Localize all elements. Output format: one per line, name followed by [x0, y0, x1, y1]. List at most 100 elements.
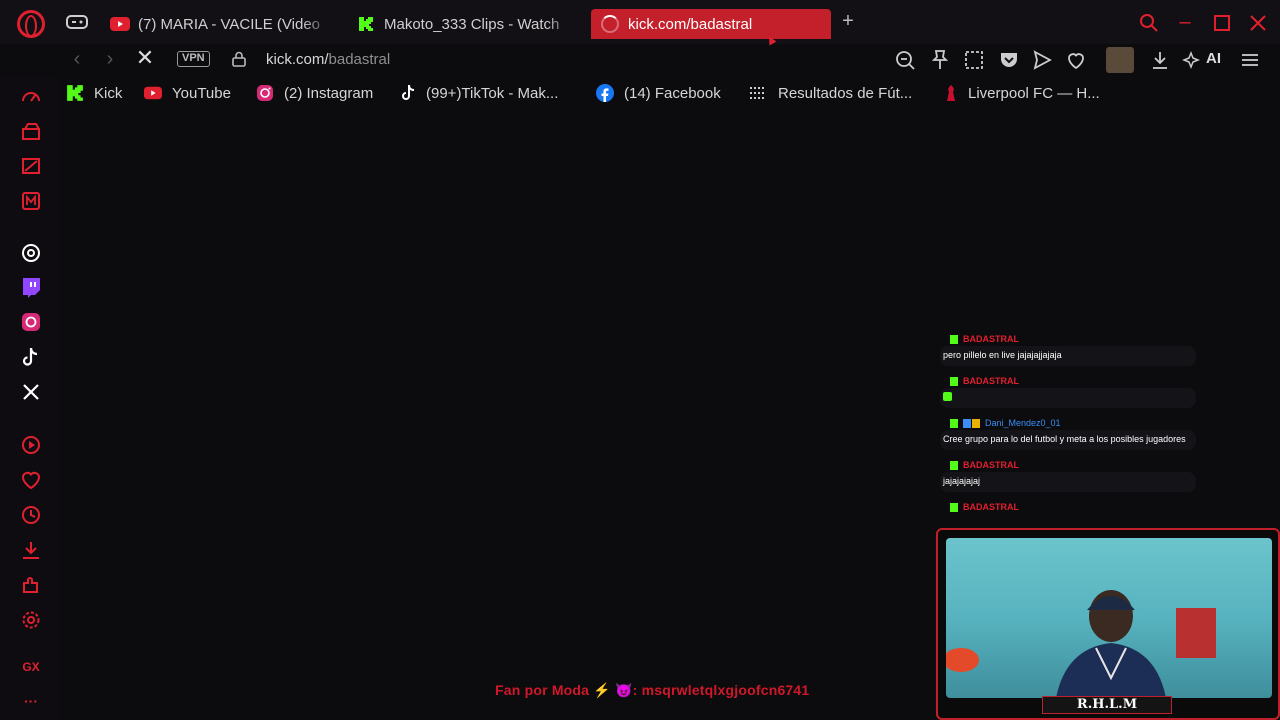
kick-icon — [67, 85, 83, 101]
tab-kick-badastral-active[interactable]: kick.com/badastral — [591, 9, 831, 39]
bookmarks-bar: Kick YouTube (2) Instagram (99+)TikTok -… — [60, 80, 1280, 108]
back-button[interactable]: ‹ — [68, 49, 86, 70]
subscriber-badge-icon — [963, 418, 971, 428]
chat-username: Dani_Mendez0_01 — [985, 418, 1061, 428]
kick-badge-icon — [950, 460, 958, 470]
bookmark-instagram[interactable]: (2) Instagram — [256, 84, 373, 102]
sidebar: GX ··· — [0, 76, 60, 720]
close-button[interactable] — [1248, 12, 1268, 34]
hot-tabs-icon[interactable] — [20, 155, 42, 177]
twitch-icon[interactable] — [20, 276, 42, 298]
tab-title: (7) MARIA - VACILE (Video — [138, 15, 321, 33]
bookmark-liverpool[interactable]: Liverpool FC — H... — [944, 84, 1100, 102]
minimize-button[interactable]: – — [1175, 12, 1195, 34]
stream-footer-text: Fan por Moda ⚡ 😈: msqrwletqlxgjoofcn6741 — [495, 682, 809, 699]
webcam-label: R.H.L.M — [1042, 696, 1172, 714]
webcam-video — [946, 538, 1272, 698]
streamer-silhouette — [946, 590, 1216, 698]
new-tab-button[interactable]: + — [838, 11, 858, 32]
chat-username: BADASTRAL — [963, 502, 1019, 512]
bookmark-label: Liverpool FC — H... — [968, 84, 1100, 102]
loading-spinner-icon — [601, 15, 619, 33]
webcam-overlay: R.H.L.M — [936, 528, 1280, 720]
stream-chat-overlay: BADASTRAL pero pillelo en live jajajajja… — [940, 332, 1200, 522]
heart-icon[interactable] — [1064, 48, 1088, 72]
chat-message: BADASTRAL pero pillelo en live jajajajja… — [940, 332, 1196, 366]
aria-ai-button[interactable]: AI — [1206, 50, 1221, 67]
gx-control-button[interactable]: GX — [18, 654, 44, 680]
footer-code: : msqrwletqlxgjoofcn6741 — [632, 682, 810, 698]
chat-emote-body — [940, 388, 1196, 408]
download-icon[interactable] — [1148, 48, 1172, 72]
ai-sparkle-icon[interactable] — [1182, 48, 1200, 72]
kick-badge-icon — [950, 502, 958, 512]
url-host: kick.com/ — [266, 51, 329, 68]
bookmark-resultados[interactable]: Resultados de Fút... — [748, 84, 912, 102]
forward-button[interactable]: › — [101, 49, 119, 70]
flag-icon — [750, 87, 766, 99]
vpn-badge[interactable]: VPN — [177, 51, 210, 67]
tab-bar: (7) MARIA - VACILE (Video Makoto_333 Cli… — [0, 0, 1280, 46]
bookmark-youtube[interactable]: YouTube — [144, 84, 231, 102]
opera-menu-icon[interactable] — [17, 10, 45, 38]
chat-message: Dani_Mendez0_01 Cree grupo para lo del f… — [940, 416, 1196, 450]
chat-username: BADASTRAL — [963, 376, 1019, 386]
bookmark-label: Kick — [94, 84, 123, 102]
bookmark-label: YouTube — [172, 84, 231, 102]
chat-text: pero pillelo en live jajajajjajaja — [940, 346, 1196, 366]
lock-icon[interactable] — [232, 51, 246, 67]
search-icon[interactable] — [1139, 12, 1159, 34]
pin-icon[interactable] — [928, 48, 952, 72]
sidebar-more-button[interactable]: ··· — [18, 688, 44, 714]
heart-icon[interactable] — [20, 469, 42, 491]
snapshot-icon[interactable] — [962, 48, 986, 72]
chat-message: BADASTRAL — [940, 500, 1196, 514]
player-icon[interactable] — [20, 434, 42, 456]
downloads-icon[interactable] — [20, 539, 42, 561]
easy-setup-menu-icon[interactable] — [1238, 48, 1262, 72]
tab-youtube[interactable]: (7) MARIA - VACILE (Video — [110, 9, 332, 39]
kick-badge-icon — [950, 418, 958, 428]
youtube-icon — [110, 17, 130, 31]
extensions-icon[interactable] — [20, 574, 42, 596]
tiktok-icon — [402, 84, 415, 100]
gx-corner-icon[interactable] — [20, 120, 42, 142]
chatgpt-icon[interactable] — [20, 242, 42, 264]
gamepad-icon[interactable] — [66, 14, 88, 30]
bookmark-facebook[interactable]: (14) Facebook — [596, 84, 721, 102]
send-icon[interactable] — [1030, 48, 1054, 72]
x-twitter-icon[interactable] — [20, 381, 42, 403]
url-field[interactable]: kick.com/badastral — [266, 51, 390, 68]
instagram-icon[interactable] — [20, 311, 42, 333]
emote-icon — [943, 392, 952, 401]
settings-gear-icon[interactable] — [20, 609, 42, 631]
bookmark-label: Resultados de Fút... — [778, 84, 913, 102]
liverpool-icon — [947, 85, 955, 101]
chat-message: BADASTRAL — [940, 374, 1196, 408]
zoom-out-icon[interactable] — [893, 48, 917, 72]
kick-badge-icon — [950, 334, 958, 344]
messenger-m-icon[interactable] — [20, 190, 42, 212]
bookmark-label: (14) Facebook — [624, 84, 721, 102]
maximize-button[interactable] — [1212, 12, 1232, 34]
history-clock-icon[interactable] — [20, 504, 42, 526]
bookmark-kick[interactable]: Kick — [66, 84, 122, 102]
bookmark-tiktok[interactable]: (99+)TikTok - Mak... — [402, 84, 558, 102]
youtube-icon — [144, 86, 162, 100]
chat-message: BADASTRAL jajajajajaj — [940, 458, 1196, 492]
tab-kick-clips[interactable]: Makoto_333 Clips - Watch — [356, 9, 576, 39]
chat-username: BADASTRAL — [963, 460, 1019, 470]
tab-title: kick.com/badastral — [628, 15, 753, 33]
pocket-icon[interactable] — [997, 48, 1021, 72]
kick-badge-icon — [950, 376, 958, 386]
facebook-icon — [596, 84, 614, 102]
url-path: badastral — [328, 51, 391, 68]
gift-badge-icon — [972, 418, 980, 428]
profile-avatar[interactable] — [1106, 47, 1134, 73]
speed-dial-icon[interactable] — [20, 85, 42, 107]
instagram-icon — [257, 85, 273, 101]
tiktok-icon[interactable] — [20, 346, 42, 368]
stop-loading-button[interactable]: ✕ — [135, 47, 155, 70]
chat-text: Cree grupo para lo del futbol y meta a l… — [940, 430, 1196, 450]
kick-icon — [359, 17, 373, 31]
